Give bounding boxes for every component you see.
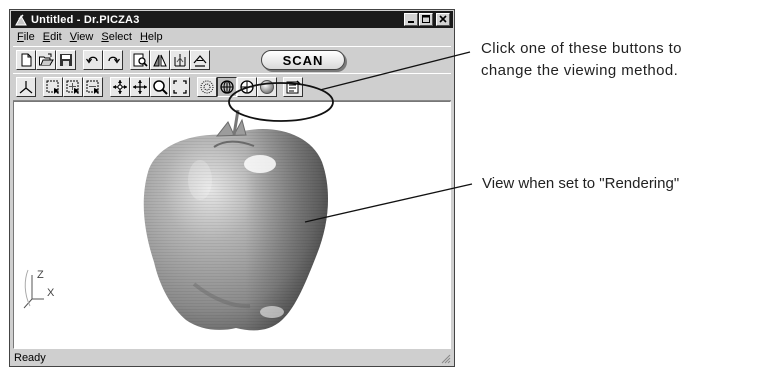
menu-help[interactable]: Help (140, 31, 163, 43)
close-button[interactable] (436, 13, 450, 26)
menu-select[interactable]: Select (101, 31, 132, 43)
view-shaded-icon (240, 80, 254, 94)
mesh-tool-button[interactable] (170, 50, 190, 70)
undo-button[interactable] (83, 50, 103, 70)
menu-file[interactable]: File (17, 31, 35, 43)
annotation-rendering-text: View when set to "Rendering" (482, 175, 680, 192)
menu-edit-label: dit (50, 30, 62, 43)
surface-button[interactable] (190, 50, 210, 70)
fit-button[interactable] (170, 77, 190, 97)
view-rendering-icon (260, 80, 274, 94)
main-toolbar: SCAN (13, 46, 451, 74)
mirror-icon (153, 54, 167, 67)
open-folder-icon (39, 53, 54, 66)
zoom-button[interactable] (150, 77, 170, 97)
print-preview-button[interactable] (130, 50, 150, 70)
maximize-button[interactable] (419, 13, 433, 26)
annotation-line-2: change the viewing method. (481, 62, 679, 79)
axes-button[interactable] (16, 77, 36, 97)
view-rendering-button[interactable] (257, 77, 277, 97)
apple-model (143, 109, 329, 331)
pan-button[interactable] (130, 77, 150, 97)
menu-select-mnemonic: S (101, 30, 109, 43)
view-points-icon (200, 80, 214, 94)
select-plus-button[interactable] (63, 77, 83, 97)
save-disk-icon (60, 54, 72, 66)
figure: Untitled - Dr.PICZA3 File Edit View Sele… (0, 0, 771, 369)
move-icon (113, 80, 127, 94)
zoom-icon (153, 80, 168, 95)
menu-bar: File Edit View Select Help (11, 29, 453, 44)
axis-indicator: Z X (23, 269, 55, 309)
view-toolbar (13, 73, 451, 101)
app-window: Untitled - Dr.PICZA3 File Edit View Sele… (9, 9, 455, 367)
resize-grip-icon[interactable] (439, 352, 451, 364)
status-bar: Ready (11, 350, 453, 365)
properties-button[interactable] (283, 77, 303, 97)
view-shaded-button[interactable] (237, 77, 257, 97)
menu-edit-mnemonic: E (42, 30, 51, 43)
menu-view[interactable]: View (70, 31, 94, 43)
new-button[interactable] (16, 50, 36, 70)
view-wireframe-button[interactable] (217, 77, 237, 97)
menu-view-mnemonic: V (69, 30, 77, 43)
view-wireframe-icon (220, 80, 234, 94)
minimize-icon (408, 21, 414, 23)
menu-select-label: elect (108, 30, 132, 43)
fit-icon (173, 80, 187, 94)
new-file-icon (21, 53, 32, 67)
select-plus-icon (66, 80, 79, 94)
app-logo-icon (15, 13, 27, 25)
select-minus-icon (86, 80, 99, 94)
status-text: Ready (14, 351, 46, 364)
properties-icon (286, 80, 301, 94)
apple-render: Z X (23, 109, 329, 331)
undo-icon (86, 56, 98, 64)
select-region-icon (46, 80, 59, 94)
axes-icon (19, 81, 33, 94)
close-icon (439, 15, 447, 23)
minimize-button[interactable] (404, 13, 418, 26)
axis-label-x: X (47, 287, 55, 299)
pan-icon (133, 80, 147, 94)
axis-label-z: Z (37, 269, 44, 281)
3d-viewport[interactable]: Z X (13, 101, 451, 349)
window-controls (404, 13, 450, 26)
move-button[interactable] (110, 77, 130, 97)
menu-file-mnemonic: F (17, 30, 24, 43)
redo-icon (108, 56, 120, 64)
select-minus-button[interactable] (83, 77, 103, 97)
menu-view-label: iew (76, 30, 94, 43)
menu-edit[interactable]: Edit (43, 31, 62, 43)
view-points-button[interactable] (197, 77, 217, 97)
annotation-line-1: Click one of these buttons to (481, 40, 682, 57)
mirror-button[interactable] (150, 50, 170, 70)
annotation-viewing-buttons: Click one of these buttons to change the… (481, 38, 682, 82)
select-region-button[interactable] (43, 77, 63, 97)
menu-help-mnemonic: H (139, 30, 148, 43)
menu-help-label: elp (147, 30, 163, 43)
menu-file-label: ile (23, 30, 35, 43)
mesh-tool-icon (174, 54, 186, 67)
scan-button[interactable]: SCAN (261, 50, 345, 70)
title-bar[interactable]: Untitled - Dr.PICZA3 (11, 11, 453, 28)
maximize-icon (422, 15, 430, 23)
surface-icon (193, 55, 207, 67)
open-button[interactable] (36, 50, 56, 70)
redo-button[interactable] (103, 50, 123, 70)
annotation-rendering-view: View when set to "Rendering" (482, 173, 679, 195)
save-button[interactable] (56, 50, 76, 70)
window-title: Untitled - Dr.PICZA3 (31, 13, 140, 26)
print-preview-icon (133, 53, 148, 67)
